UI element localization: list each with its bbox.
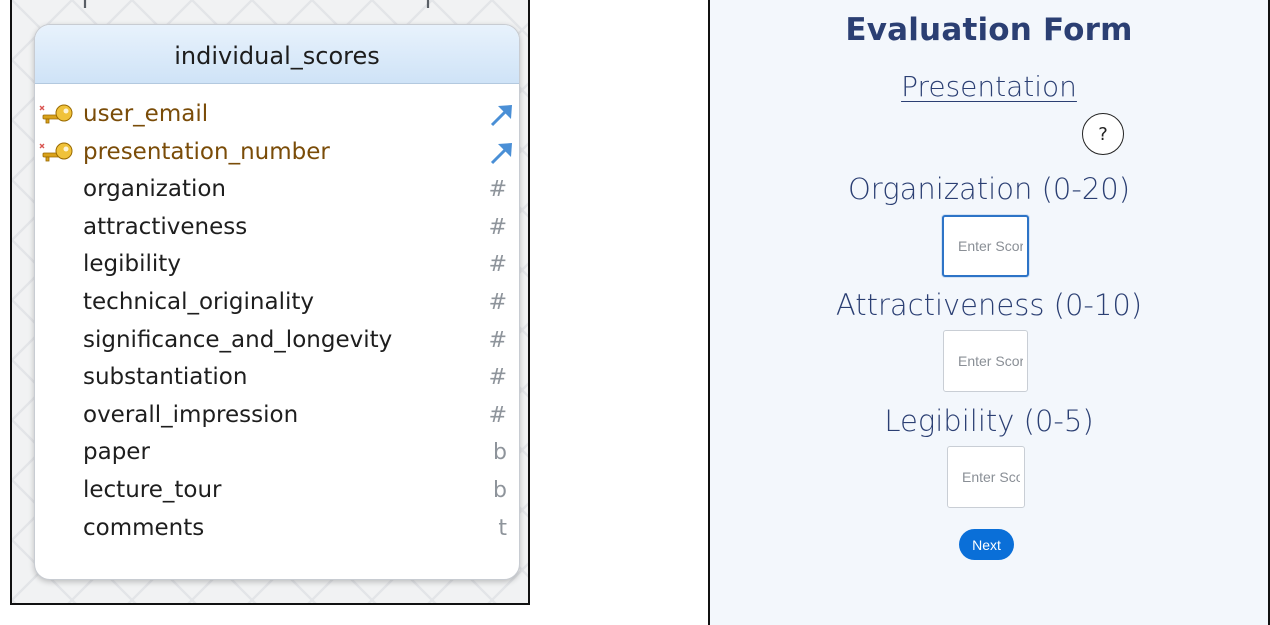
form-title: Evaluation Form <box>845 12 1133 48</box>
column-row[interactable]: attractiveness # <box>35 209 519 247</box>
column-name: paper <box>83 439 150 466</box>
presentation-link[interactable]: Presentation <box>710 70 1268 103</box>
column-name: overall_impression <box>83 401 299 428</box>
foreign-key-arrow-icon <box>490 142 512 164</box>
next-button[interactable]: Next <box>959 529 1014 560</box>
column-name: attractiveness <box>83 213 248 240</box>
column-type-marker: # <box>488 327 507 353</box>
column-type-marker: # <box>488 289 507 315</box>
er-diagram-panel: individual_scores user_email presentation… <box>10 0 530 605</box>
column-type-marker: b <box>493 477 507 503</box>
column-row[interactable]: overall_impression # <box>35 397 519 435</box>
column-row[interactable]: substantiation # <box>35 359 519 397</box>
column-name: legibility <box>83 251 181 278</box>
relationship-arrow-icon <box>426 0 430 8</box>
table-name: individual_scores <box>35 25 519 84</box>
column-name: technical_originality <box>83 288 314 315</box>
column-type-marker: # <box>488 402 507 428</box>
legibility-label: Legibility (0-5) <box>884 404 1094 438</box>
legibility-score-input[interactable] <box>947 446 1025 508</box>
column-list: user_email presentation_number organizatio… <box>35 84 519 547</box>
column-type-marker: # <box>488 252 507 278</box>
column-row[interactable]: significance_and_longevity # <box>35 322 519 360</box>
column-name: lecture_tour <box>83 476 222 503</box>
help-button[interactable]: ? <box>1082 113 1124 155</box>
column-row[interactable]: presentation_number <box>35 134 519 172</box>
column-row[interactable]: comments t <box>35 510 519 548</box>
evaluation-form-panel: Evaluation Form Presentation ? Organizat… <box>708 0 1270 625</box>
column-name: significance_and_longevity <box>83 326 393 353</box>
column-row[interactable]: organization # <box>35 171 519 209</box>
column-type-marker: t <box>498 515 507 541</box>
column-type-marker: # <box>488 177 507 203</box>
column-row[interactable]: legibility # <box>35 246 519 284</box>
attractiveness-label: Attractiveness (0-10) <box>835 288 1143 322</box>
column-type-marker: b <box>493 440 507 466</box>
key-icon <box>39 104 73 124</box>
column-row[interactable]: lecture_tour b <box>35 472 519 510</box>
organization-label: Organization (0-20) <box>847 172 1131 206</box>
column-type-marker: # <box>488 365 507 391</box>
column-type-marker: # <box>488 214 507 240</box>
key-icon <box>39 142 73 161</box>
attractiveness-score-input[interactable] <box>943 330 1028 392</box>
column-row[interactable]: paper b <box>35 434 519 472</box>
column-row[interactable]: user_email <box>35 96 519 134</box>
column-name: presentation_number <box>83 138 330 165</box>
column-name: organization <box>83 176 227 203</box>
relationship-arrow-icon <box>83 0 87 8</box>
organization-score-input[interactable] <box>942 215 1029 277</box>
foreign-key-arrow-icon <box>490 105 512 127</box>
column-name: comments <box>83 514 205 541</box>
column-name: substantiation <box>83 364 248 391</box>
er-table-card[interactable]: individual_scores user_email presentation… <box>34 24 520 580</box>
column-row[interactable]: technical_originality # <box>35 284 519 322</box>
column-name: user_email <box>83 101 209 127</box>
